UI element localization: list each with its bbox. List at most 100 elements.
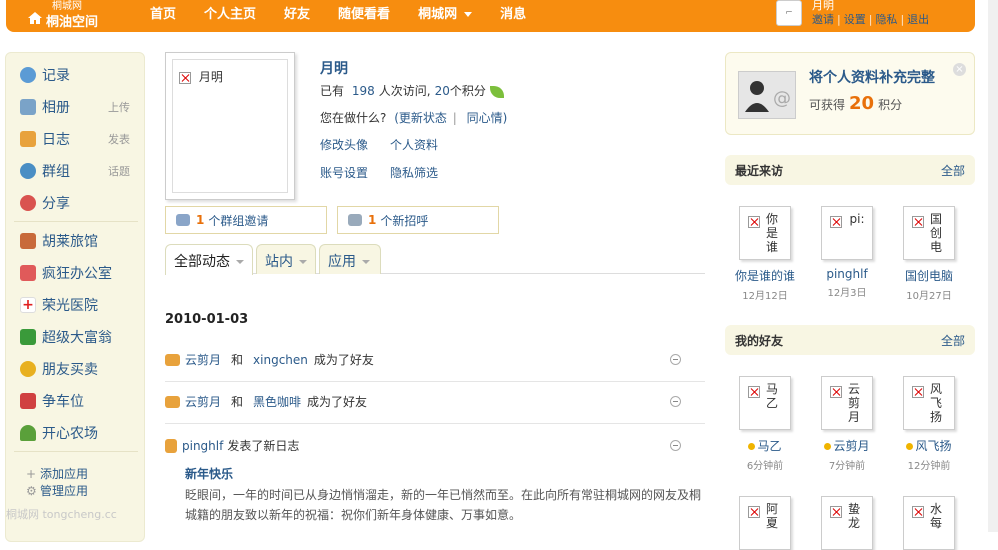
recent-all-link[interactable]: 全部 bbox=[941, 162, 965, 179]
group-invite-box[interactable]: 1 个群组邀请 bbox=[165, 206, 327, 234]
visitor-name[interactable]: pinghlf bbox=[807, 267, 887, 281]
remove-feed-icon[interactable] bbox=[670, 354, 681, 365]
wrench-icon: ⚙ bbox=[26, 484, 37, 498]
publish-link[interactable]: 发表 bbox=[108, 131, 130, 147]
visitor-avatar[interactable]: 你是谁 bbox=[739, 206, 791, 260]
blog-title-link[interactable]: 新年快乐 bbox=[185, 465, 233, 482]
friend-card[interactable]: 蛰龙 bbox=[807, 496, 887, 550]
nav-tongcheng[interactable]: 桐城网 bbox=[418, 3, 473, 22]
feed-item: pinghlf 发表了新日志 bbox=[165, 424, 705, 544]
sidebar-item-office[interactable]: 疯狂办公室 bbox=[20, 263, 140, 283]
page-scrollbar[interactable] bbox=[988, 0, 998, 532]
user-avatar[interactable]: ⌐ bbox=[776, 0, 802, 26]
logout-link[interactable]: 退出 bbox=[907, 13, 929, 26]
feed-actor-link[interactable]: pinghlf bbox=[182, 439, 223, 453]
sidebar-item-group[interactable]: 群组 话题 bbox=[20, 161, 140, 181]
nav-messages[interactable]: 消息 bbox=[500, 3, 526, 22]
feed-action: 成为了好友 bbox=[313, 353, 374, 367]
visitor-name[interactable]: 国创电脑 bbox=[889, 267, 969, 284]
friend-avatar[interactable]: 阿夏 bbox=[739, 496, 791, 550]
sidebar-item-trade[interactable]: 朋友买卖 bbox=[20, 359, 140, 379]
friend-name-row[interactable]: 风飞扬 bbox=[889, 437, 969, 454]
friend-avatar[interactable]: 蛰龙 bbox=[821, 496, 873, 550]
close-icon[interactable]: × bbox=[953, 63, 966, 76]
chevron-down-icon[interactable] bbox=[362, 260, 370, 264]
friend-name-row[interactable]: 云剪月 bbox=[807, 437, 887, 454]
feed-target-link[interactable]: 黑色咖啡 bbox=[253, 393, 301, 410]
privacy-filter-link[interactable]: 隐私筛选 bbox=[390, 166, 438, 180]
points-count[interactable]: 20 bbox=[435, 84, 450, 98]
sidebar-item-record[interactable]: 记录 bbox=[20, 65, 140, 85]
add-app-link[interactable]: + 添加应用 bbox=[26, 465, 88, 482]
visit-date: 12月3日 bbox=[827, 288, 867, 299]
visitor-avatar[interactable]: pi: bbox=[821, 206, 873, 260]
chevron-down-icon[interactable] bbox=[299, 260, 307, 264]
visitor-card[interactable]: 你是谁 你是谁的谁 12月12日 bbox=[725, 206, 805, 302]
invite-link[interactable]: 邀请 bbox=[812, 13, 834, 26]
nav-browse[interactable]: 随便看看 bbox=[338, 3, 390, 22]
settings-link[interactable]: 设置 bbox=[844, 13, 866, 26]
privacy-link[interactable]: 隐私 bbox=[875, 13, 897, 26]
sidebar-item-album[interactable]: 相册 上传 bbox=[20, 97, 140, 117]
tab-apps[interactable]: 应用 bbox=[319, 244, 381, 274]
avatar-alt-text: 蛰龙 bbox=[847, 502, 860, 530]
friend-card[interactable]: 水每 bbox=[889, 496, 969, 550]
feed-actor-link[interactable]: 云剪月 bbox=[185, 393, 221, 410]
profile-info-link[interactable]: 个人资料 bbox=[390, 138, 438, 152]
upload-link[interactable]: 上传 bbox=[108, 99, 130, 115]
visitor-avatar[interactable]: 国创电 bbox=[903, 206, 955, 260]
tab-label: 站内 bbox=[265, 254, 293, 270]
sidebar-item-share[interactable]: 分享 bbox=[20, 193, 140, 213]
greeting-box[interactable]: 1 个新招呼 bbox=[337, 206, 499, 234]
remove-feed-icon[interactable] bbox=[670, 396, 681, 407]
manage-app-link[interactable]: ⚙ 管理应用 bbox=[26, 482, 88, 499]
visitor-card[interactable]: pi: pinghlf 12月3日 bbox=[807, 206, 887, 299]
tab-all-feed[interactable]: 全部动态 bbox=[165, 244, 253, 275]
nav-friends[interactable]: 好友 bbox=[284, 3, 310, 22]
feed-target-link[interactable]: xingchen bbox=[253, 353, 308, 367]
friends-all-link[interactable]: 全部 bbox=[941, 332, 965, 349]
friend-card[interactable]: 风飞扬 风飞扬 12分钟前 bbox=[889, 376, 969, 472]
account-settings-link[interactable]: 账号设置 bbox=[320, 166, 368, 180]
user-name[interactable]: 月明 bbox=[812, 0, 929, 12]
friend-card[interactable]: 阿夏 bbox=[725, 496, 805, 550]
tab-site[interactable]: 站内 bbox=[256, 244, 316, 274]
group-invite-link[interactable]: 个群组邀请 bbox=[208, 212, 268, 229]
friend-avatar[interactable]: 马乙 bbox=[739, 376, 791, 430]
profile-avatar[interactable]: 月明 bbox=[165, 52, 295, 200]
friend-avatar[interactable]: 水每 bbox=[903, 496, 955, 550]
broken-image-icon bbox=[748, 506, 760, 518]
visitor-name[interactable]: 你是谁的谁 bbox=[725, 267, 805, 284]
friend-name-row[interactable]: 马乙 bbox=[725, 437, 805, 454]
complete-profile-link[interactable]: 将个人资料补充完整 bbox=[809, 67, 935, 87]
visit-count[interactable]: 198 bbox=[352, 84, 375, 98]
chevron-down-icon[interactable] bbox=[464, 12, 473, 17]
sidebar-divider bbox=[14, 451, 138, 452]
friend-avatar[interactable]: 云剪月 bbox=[821, 376, 873, 430]
nav-profile[interactable]: 个人主页 bbox=[204, 3, 256, 22]
remove-feed-icon[interactable] bbox=[670, 440, 681, 451]
profile-name[interactable]: 月明 bbox=[320, 58, 348, 78]
chevron-down-icon[interactable] bbox=[236, 260, 244, 264]
friend-avatar[interactable]: 风飞扬 bbox=[903, 376, 955, 430]
online-status-icon bbox=[824, 443, 832, 450]
friend-card[interactable]: 马乙 马乙 6分钟前 bbox=[725, 376, 805, 472]
sidebar-item-farm[interactable]: 开心农场 bbox=[20, 423, 140, 443]
greeting-link[interactable]: 个新招呼 bbox=[380, 212, 428, 229]
feed-actor-link[interactable]: 云剪月 bbox=[185, 351, 221, 368]
friend-card[interactable]: 云剪月 云剪月 7分钟前 bbox=[807, 376, 887, 472]
avatar-alt-text: 马乙 bbox=[765, 382, 778, 410]
sidebar-item-hotel[interactable]: 胡莱旅馆 bbox=[20, 231, 140, 251]
mood-link[interactable]: 同心情) bbox=[467, 111, 508, 125]
sidebar-item-monopoly[interactable]: 超级大富翁 bbox=[20, 327, 140, 347]
avatar-alt-text: 阿夏 bbox=[765, 502, 778, 530]
update-status-link[interactable]: (更新状态 bbox=[394, 111, 447, 125]
nav-home[interactable]: 首页 bbox=[150, 3, 176, 22]
user-menu: 月明 邀请 | 设置 | 隐私 | 退出 bbox=[812, 0, 930, 26]
sidebar-item-parking[interactable]: 争车位 bbox=[20, 391, 140, 411]
edit-avatar-link[interactable]: 修改头像 bbox=[320, 138, 368, 152]
sidebar-item-blog[interactable]: 日志 发表 bbox=[20, 129, 140, 149]
visitor-card[interactable]: 国创电 国创电脑 10月27日 bbox=[889, 206, 969, 302]
sidebar-item-hospital[interactable]: + 荣光医院 bbox=[20, 295, 140, 315]
topic-link[interactable]: 话题 bbox=[108, 163, 130, 179]
